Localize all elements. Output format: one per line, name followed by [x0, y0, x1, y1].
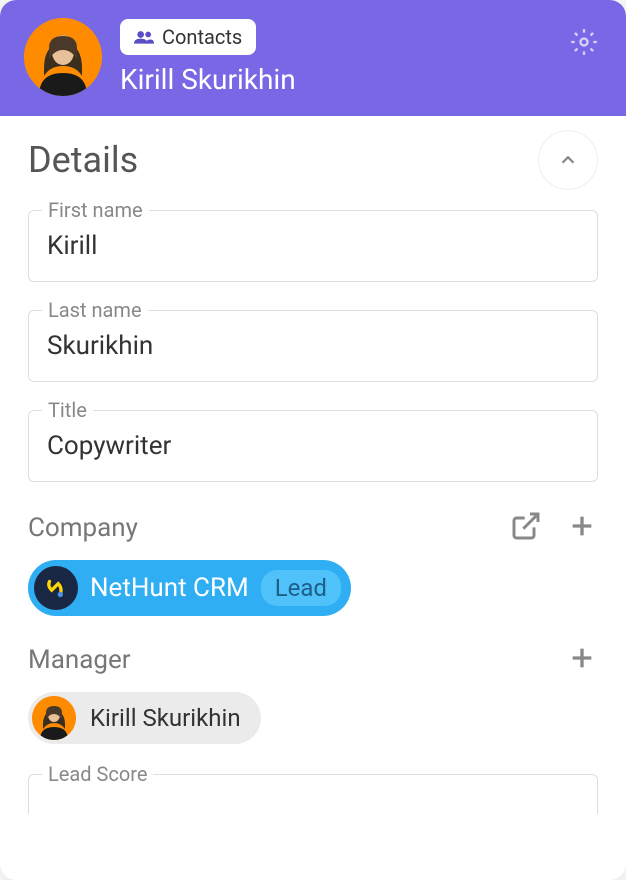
last-name-field: Last name — [28, 310, 598, 382]
company-label: Company — [28, 513, 138, 543]
first-name-label: First name — [42, 198, 149, 222]
contacts-chip[interactable]: Contacts — [120, 19, 256, 55]
card-body: Details First name Last name Title Compa… — [0, 116, 626, 834]
lead-score-label: Lead Score — [42, 762, 153, 786]
chevron-up-icon — [557, 149, 579, 171]
last-name-label: Last name — [42, 298, 148, 322]
company-name: NetHunt CRM — [90, 573, 249, 603]
contact-card: Contacts Kirill Skurikhin Details First … — [0, 0, 626, 880]
company-actions — [510, 510, 598, 546]
manager-header: Manager — [28, 642, 598, 678]
header-content: Contacts Kirill Skurikhin — [120, 19, 602, 96]
add-company-icon[interactable] — [566, 510, 598, 546]
details-header: Details — [28, 130, 598, 190]
company-status: Lead — [261, 570, 341, 606]
gear-icon[interactable] — [570, 28, 598, 60]
add-manager-icon[interactable] — [566, 642, 598, 678]
manager-actions — [566, 642, 598, 678]
title-label: Title — [42, 398, 93, 422]
manager-name: Kirill Skurikhin — [90, 704, 241, 732]
people-icon — [134, 30, 154, 44]
title-field: Title — [28, 410, 598, 482]
manager-label: Manager — [28, 645, 131, 675]
contacts-label: Contacts — [162, 25, 242, 49]
card-header: Contacts Kirill Skurikhin — [0, 0, 626, 116]
first-name-field: First name — [28, 210, 598, 282]
avatar-image — [24, 18, 102, 96]
title-input[interactable] — [28, 410, 598, 482]
lead-score-field: Lead Score — [28, 774, 598, 814]
contact-name: Kirill Skurikhin — [120, 63, 602, 96]
company-chip[interactable]: NetHunt CRM Lead — [28, 560, 351, 616]
manager-avatar — [32, 696, 76, 740]
company-logo — [34, 566, 78, 610]
manager-chip[interactable]: Kirill Skurikhin — [28, 692, 261, 744]
collapse-button[interactable] — [538, 130, 598, 190]
details-title: Details — [28, 139, 138, 181]
open-external-icon[interactable] — [510, 510, 542, 546]
company-header: Company — [28, 510, 598, 546]
contact-avatar — [24, 18, 102, 96]
